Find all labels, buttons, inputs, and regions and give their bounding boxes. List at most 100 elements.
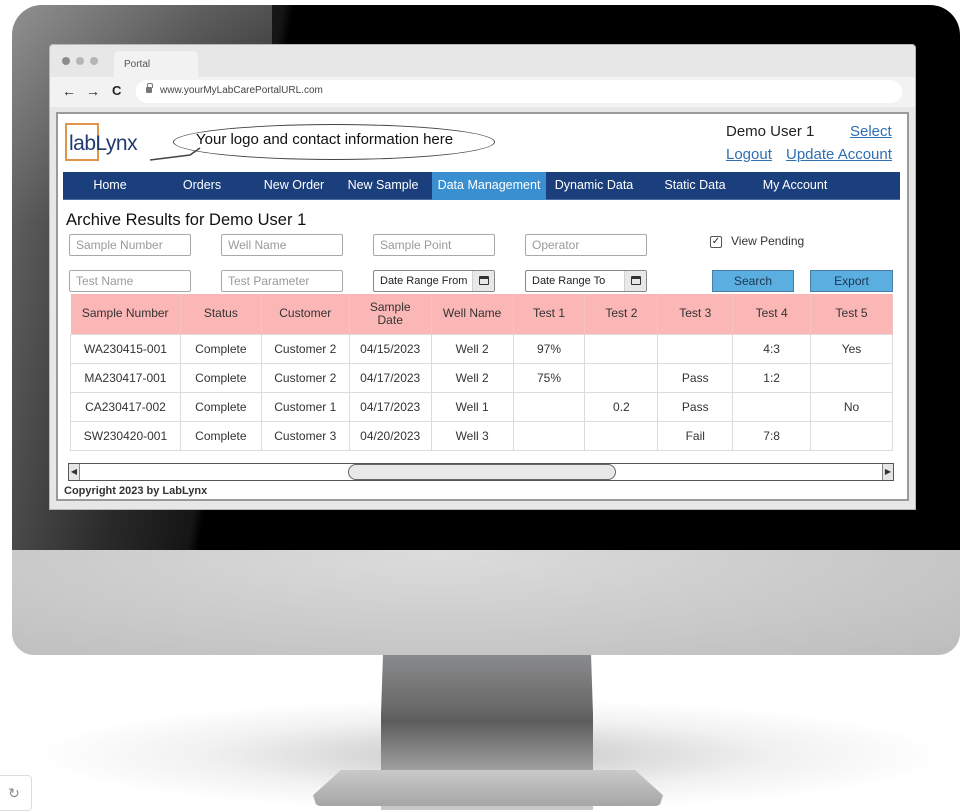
date-range-to-picker[interactable]: Date Range To — [525, 270, 647, 292]
cell-test-2 — [584, 362, 659, 393]
test-name-input[interactable] — [69, 270, 191, 292]
calendar-icon — [631, 276, 641, 285]
select-link[interactable]: Select — [850, 123, 892, 140]
logout-link[interactable]: Logout — [726, 146, 772, 163]
well-name-input[interactable] — [221, 234, 343, 256]
stage: Portal ← → C www.yourMyLabCarePortalURL.… — [0, 0, 971, 812]
nav-new-order[interactable]: New Order — [255, 172, 333, 200]
logo[interactable]: labLynx — [69, 132, 138, 156]
update-account-link[interactable]: Update Account — [786, 146, 892, 163]
cell-test-5: Yes — [810, 333, 893, 364]
test-parameter-input[interactable] — [221, 270, 343, 292]
cell-status: Complete — [179, 333, 262, 364]
date-range-from-label: Date Range From — [380, 275, 468, 287]
table-row[interactable]: MA230417-001 Complete Customer 2 04/17/2… — [70, 362, 893, 393]
cell-test-4: 4:3 — [732, 333, 812, 364]
reload-icon[interactable]: C — [112, 83, 121, 98]
col-header-test-4[interactable]: Test 4 — [732, 294, 812, 334]
col-header-test-3[interactable]: Test 3 — [657, 294, 734, 334]
nav-dynamic-data[interactable]: Dynamic Data — [550, 172, 638, 200]
cell-customer: Customer 3 — [260, 420, 350, 451]
cell-test-3: Fail — [657, 420, 734, 451]
cell-test-3: Pass — [657, 391, 734, 422]
cell-test-3: Pass — [657, 362, 734, 393]
scroll-left-arrow-icon[interactable]: ◀ — [69, 464, 80, 480]
col-header-customer[interactable]: Customer — [261, 294, 350, 334]
date-range-to-label: Date Range To — [532, 275, 606, 287]
date-to-calendar-button[interactable] — [624, 271, 646, 291]
monitor-chin — [12, 545, 960, 655]
nav-static-data[interactable]: Static Data — [653, 172, 737, 200]
browser-tabbar: Portal — [50, 45, 915, 77]
cell-test-5 — [810, 362, 893, 393]
maximize-window-dot[interactable] — [90, 57, 98, 65]
view-pending-checkbox[interactable]: ✓ — [710, 236, 722, 248]
cell-sample-number: MA230417-001 — [70, 362, 181, 393]
nav-home[interactable]: Home — [75, 172, 145, 200]
back-arrow-icon[interactable]: ← — [62, 83, 76, 99]
address-bar: ← → C www.yourMyLabCarePortalURL.com — [50, 77, 915, 107]
sample-number-input[interactable] — [69, 234, 191, 256]
browser-tab-title: Portal — [124, 59, 151, 70]
cell-status: Complete — [179, 362, 262, 393]
nav-new-sample[interactable]: New Sample — [343, 172, 423, 200]
col-header-test-5[interactable]: Test 5 — [810, 294, 893, 334]
date-range-from-picker[interactable]: Date Range From — [373, 270, 495, 292]
url-input[interactable]: www.yourMyLabCarePortalURL.com — [136, 80, 902, 103]
col-header-sample-number[interactable]: Sample Number — [70, 294, 181, 334]
cell-customer: Customer 2 — [260, 333, 350, 364]
cell-sample-date: 04/15/2023 — [348, 333, 432, 364]
col-header-test-2[interactable]: Test 2 — [584, 294, 659, 334]
cell-test-4: 1:2 — [732, 362, 812, 393]
close-window-dot[interactable] — [62, 57, 70, 65]
cell-sample-number: SW230420-001 — [70, 420, 181, 451]
nav-my-account[interactable]: My Account — [753, 172, 837, 200]
forward-arrow-icon[interactable]: → — [86, 83, 100, 99]
operator-input[interactable] — [525, 234, 647, 256]
calendar-icon — [479, 276, 489, 285]
cell-test-5 — [810, 420, 893, 451]
col-header-sample-date[interactable]: Sample Date — [349, 294, 432, 334]
browser-tab[interactable]: Portal — [114, 51, 198, 77]
cell-test-1 — [512, 391, 586, 422]
table-row[interactable]: SW230420-001 Complete Customer 3 04/20/2… — [70, 420, 893, 451]
minimize-window-dot[interactable] — [76, 57, 84, 65]
cell-well-name: Well 2 — [430, 362, 514, 393]
table-row[interactable]: WA230415-001 Complete Customer 2 04/15/2… — [70, 333, 893, 364]
cell-test-1: 97% — [512, 333, 586, 364]
col-header-test-1[interactable]: Test 1 — [513, 294, 586, 334]
table-header-row: Sample Number Status Customer Sample Dat… — [70, 294, 893, 334]
horizontal-scrollbar[interactable]: ◀ ▶ — [68, 463, 894, 481]
scrollbar-thumb[interactable] — [348, 464, 616, 480]
scroll-right-arrow-icon[interactable]: ▶ — [882, 464, 893, 480]
nav-orders[interactable]: Orders — [165, 172, 239, 200]
cell-sample-date: 04/17/2023 — [348, 391, 432, 422]
cell-customer: Customer 1 — [260, 391, 350, 422]
cell-test-2 — [584, 333, 659, 364]
copyright-text: Copyright 2023 by LabLynx — [64, 485, 208, 497]
table-row[interactable]: CA230417-002 Complete Customer 1 04/17/2… — [70, 391, 893, 422]
search-button[interactable]: Search — [712, 270, 794, 292]
cell-test-3 — [657, 333, 734, 364]
page-title: Archive Results for Demo User 1 — [66, 211, 307, 229]
cell-sample-number: WA230415-001 — [70, 333, 181, 364]
col-header-well-name[interactable]: Well Name — [431, 294, 514, 334]
cell-well-name: Well 1 — [430, 391, 514, 422]
cell-test-1 — [512, 420, 586, 451]
cell-status: Complete — [179, 420, 262, 451]
sample-point-input[interactable] — [373, 234, 495, 256]
cell-test-5: No — [810, 391, 893, 422]
export-button[interactable]: Export — [810, 270, 893, 292]
window-controls — [62, 57, 98, 65]
url-text: www.yourMyLabCarePortalURL.com — [160, 85, 323, 96]
cell-test-2: 0.2 — [584, 391, 659, 422]
refresh-icon[interactable]: ↻ — [0, 775, 32, 811]
nav-data-management[interactable]: Data Management — [432, 172, 546, 200]
logo-prefix: lab — [69, 132, 96, 155]
col-header-status[interactable]: Status — [180, 294, 262, 334]
cell-customer: Customer 2 — [260, 362, 350, 393]
date-from-calendar-button[interactable] — [472, 271, 494, 291]
cell-test-1: 75% — [512, 362, 586, 393]
browser-window: Portal ← → C www.yourMyLabCarePortalURL.… — [49, 44, 916, 510]
lock-icon — [146, 83, 153, 93]
